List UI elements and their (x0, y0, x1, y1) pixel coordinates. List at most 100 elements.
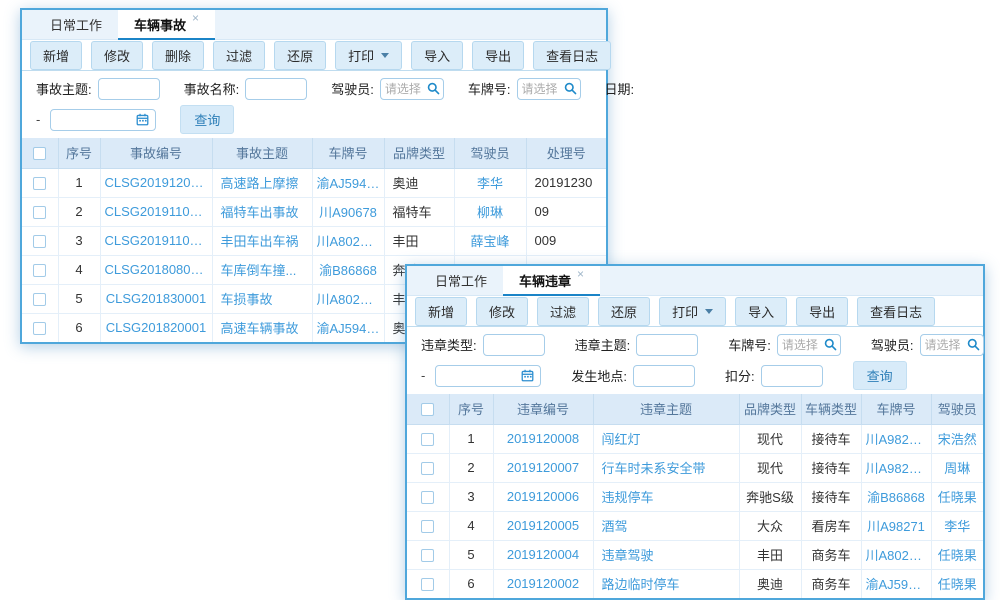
cell-link[interactable]: 闯红灯 (593, 424, 739, 453)
toolbar-button-3[interactable]: 还原 (598, 297, 650, 326)
cell-link[interactable]: 川A802938 (312, 284, 384, 313)
filter-input[interactable] (245, 78, 307, 100)
query-button[interactable]: 查询 (180, 105, 234, 134)
toolbar-button-3[interactable]: 过滤 (213, 41, 265, 70)
filter-input[interactable] (483, 334, 545, 356)
row-checkbox[interactable] (33, 206, 46, 219)
cell-link[interactable]: 高速路上摩擦 (212, 168, 312, 197)
lookup-input[interactable] (781, 338, 824, 352)
cell-link[interactable]: 柳琳 (454, 197, 526, 226)
row-checkbox[interactable] (33, 264, 46, 277)
toolbar-button-8[interactable]: 查看日志 (533, 41, 611, 70)
cell-link[interactable]: 车库倒车撞... (212, 255, 312, 284)
cell-link[interactable]: 高速车辆事故 (212, 313, 312, 342)
calendar-icon[interactable] (136, 113, 149, 126)
filter-input[interactable] (98, 78, 160, 100)
date-input[interactable] (57, 112, 136, 128)
cell-link[interactable]: CLSG201820001 (100, 313, 212, 342)
row-checkbox[interactable] (33, 177, 46, 190)
filter-input[interactable] (761, 365, 823, 387)
select-all-checkbox[interactable] (421, 403, 434, 416)
cell-link[interactable]: 任晓果 (931, 540, 983, 569)
cell-link[interactable]: 周琳 (931, 453, 983, 482)
search-icon[interactable] (427, 82, 440, 95)
cell-link[interactable]: 行车时未系安全带 (593, 453, 739, 482)
calendar-icon[interactable] (521, 369, 534, 382)
cell-link[interactable]: 渝AJ59484 (312, 168, 384, 197)
tab-close-icon[interactable]: × (192, 12, 199, 24)
toolbar-button-6[interactable]: 导入 (411, 41, 463, 70)
search-icon[interactable] (564, 82, 577, 95)
cell-link[interactable]: 任晓果 (931, 569, 983, 598)
cell-link[interactable]: CLSG2018080001 (100, 255, 212, 284)
cell-link[interactable]: CLSG2019120001 (100, 168, 212, 197)
toolbar-button-0[interactable]: 新增 (30, 41, 82, 70)
row-checkbox[interactable] (421, 491, 434, 504)
cell-link[interactable]: 违章驾驶 (593, 540, 739, 569)
cell-link[interactable]: 渝B86868 (312, 255, 384, 284)
cell-link[interactable]: CLSG201830001 (100, 284, 212, 313)
row-checkbox[interactable] (33, 235, 46, 248)
toolbar-button-5[interactable]: 打印 (335, 41, 402, 70)
toolbar-button-7[interactable]: 导出 (472, 41, 524, 70)
cell-link[interactable]: 2019120007 (493, 453, 593, 482)
row-checkbox[interactable] (421, 462, 434, 475)
cell-link[interactable]: 川A90678 (312, 197, 384, 226)
cell-link[interactable]: 福特车出事故 (212, 197, 312, 226)
row-checkbox[interactable] (421, 549, 434, 562)
filter-input[interactable] (633, 365, 695, 387)
lookup-input[interactable] (384, 82, 427, 96)
tab-accident-1[interactable]: 车辆事故× (118, 10, 215, 40)
lookup-input[interactable] (924, 338, 967, 352)
cell-link[interactable]: 川A802938 (861, 540, 931, 569)
cell-link[interactable]: 渝AJ59484 (312, 313, 384, 342)
cell-link[interactable]: 2019120005 (493, 511, 593, 540)
toolbar-button-4[interactable]: 还原 (274, 41, 326, 70)
cell-link[interactable]: 川A98271 (861, 511, 931, 540)
tab-violation-0[interactable]: 日常工作 (419, 266, 503, 295)
row-checkbox[interactable] (421, 578, 434, 591)
cell-link[interactable]: 2019120002 (493, 569, 593, 598)
row-checkbox[interactable] (33, 322, 46, 335)
toolbar-button-6[interactable]: 导出 (796, 297, 848, 326)
date-input[interactable] (442, 368, 521, 384)
cell-link[interactable]: 违规停车 (593, 482, 739, 511)
cell-link[interactable]: 2019120008 (493, 424, 593, 453)
cell-link[interactable]: 2019120006 (493, 482, 593, 511)
cell-link[interactable]: 渝B86868 (861, 482, 931, 511)
cell-link[interactable]: 车损事故 (212, 284, 312, 313)
toolbar-button-4[interactable]: 打印 (659, 297, 726, 326)
search-icon[interactable] (967, 338, 980, 351)
search-icon[interactable] (824, 338, 837, 351)
toolbar-button-7[interactable]: 查看日志 (857, 297, 935, 326)
toolbar-button-2[interactable]: 过滤 (537, 297, 589, 326)
cell-link[interactable]: CLSG2019110001 (100, 226, 212, 255)
toolbar-button-1[interactable]: 修改 (91, 41, 143, 70)
cell-link[interactable]: 宋浩然 (931, 424, 983, 453)
cell-link[interactable]: 路边临时停车 (593, 569, 739, 598)
toolbar-button-5[interactable]: 导入 (735, 297, 787, 326)
cell-link[interactable]: CLSG2019110002 (100, 197, 212, 226)
cell-link[interactable]: 渝AJ59484 (861, 569, 931, 598)
toolbar-button-2[interactable]: 删除 (152, 41, 204, 70)
cell-link[interactable]: 薛宝峰 (454, 226, 526, 255)
cell-link[interactable]: 任晓果 (931, 482, 983, 511)
cell-link[interactable]: 丰田车出车祸 (212, 226, 312, 255)
cell-link[interactable]: 川A982780 (861, 424, 931, 453)
tab-close-icon[interactable]: × (577, 268, 584, 280)
lookup-input[interactable] (521, 82, 564, 96)
tab-violation-1[interactable]: 车辆违章× (503, 266, 600, 296)
cell-link[interactable]: 酒驾 (593, 511, 739, 540)
query-button[interactable]: 查询 (853, 361, 907, 390)
cell-link[interactable]: 李华 (454, 168, 526, 197)
cell-link[interactable]: 川A982780 (861, 453, 931, 482)
cell-link[interactable]: 川A802938 (312, 226, 384, 255)
cell-link[interactable]: 2019120004 (493, 540, 593, 569)
row-checkbox[interactable] (421, 433, 434, 446)
row-checkbox[interactable] (421, 520, 434, 533)
tab-accident-0[interactable]: 日常工作 (34, 10, 118, 39)
cell-link[interactable]: 李华 (931, 511, 983, 540)
select-all-checkbox[interactable] (33, 147, 46, 160)
filter-input[interactable] (636, 334, 698, 356)
row-checkbox[interactable] (33, 293, 46, 306)
